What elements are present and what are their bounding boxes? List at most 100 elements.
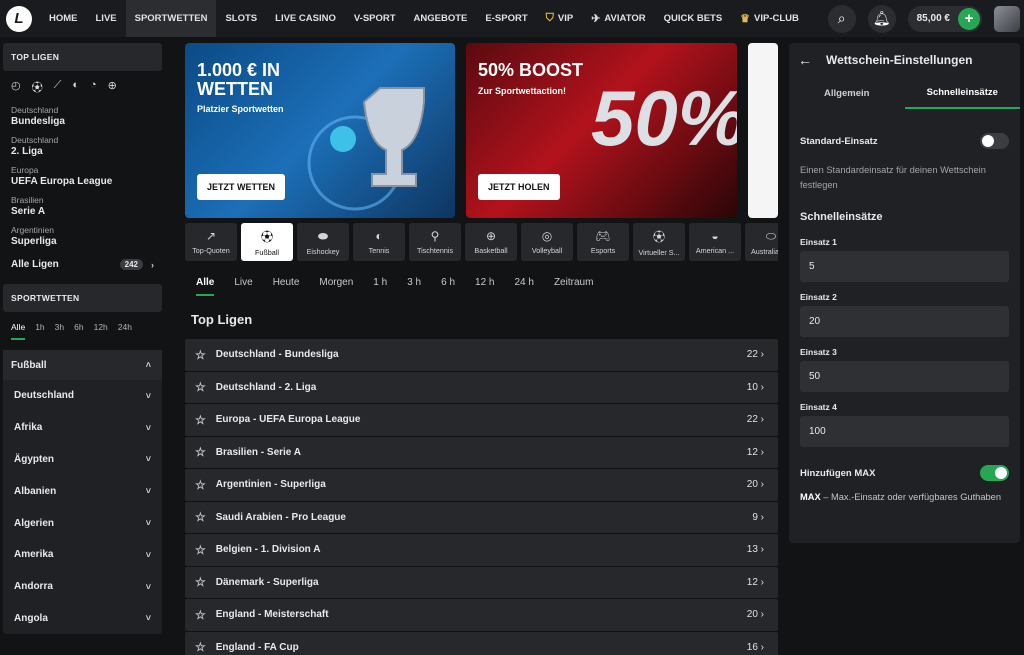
alle-ligen-link[interactable]: Alle Ligen 242 ›	[3, 251, 162, 278]
notifications-button[interactable]: 🔔︎	[867, 4, 896, 33]
country-item[interactable]: Ägypten ˅	[3, 444, 162, 476]
filter-alle[interactable]: Alle	[11, 322, 26, 340]
tennis-icon[interactable]: ◐	[72, 79, 79, 95]
star-icon[interactable]: ☆	[195, 575, 206, 589]
league-row[interactable]: ☆ Argentinien - Superliga 20 ›	[185, 469, 778, 501]
stake-input-3[interactable]: 50	[800, 361, 1009, 392]
sport-accordion-fussball[interactable]: Fußball ˄	[3, 350, 162, 380]
jetzt-wetten-button[interactable]: JETZT WETTEN	[197, 174, 285, 200]
league-row[interactable]: ☆ Saudi Arabien - Pro League 9 ›	[185, 501, 778, 533]
nav-quick-bets[interactable]: QUICK BETS	[655, 0, 732, 37]
star-icon[interactable]: ☆	[195, 478, 206, 492]
time-filter-24h[interactable]: 24 h	[514, 277, 533, 296]
tab-tennis[interactable]: ◐ Tennis	[353, 223, 405, 261]
stake-input-4[interactable]: 100	[800, 416, 1009, 447]
nav-vip[interactable]: ⛉ VIP	[537, 0, 583, 37]
balance-display[interactable]: 85,00 € +	[907, 5, 982, 32]
country-item[interactable]: Amerika ˅	[3, 539, 162, 571]
tab-virtueller-sport[interactable]: ⚽︎ Virtueller S...	[633, 223, 685, 261]
country-item[interactable]: Afrika ˅	[3, 412, 162, 444]
promo-banner-partial[interactable]	[748, 43, 778, 218]
nav-live-casino[interactable]: LIVE CASINO	[266, 0, 345, 37]
league-row[interactable]: ☆ England - FA Cup 16 ›	[185, 631, 778, 655]
tab-top-quoten[interactable]: ↗ Top-Quoten	[185, 223, 237, 261]
star-icon[interactable]: ☆	[195, 608, 206, 622]
sidebar-league[interactable]: Brasilien Serie A	[3, 191, 162, 221]
filter-6h[interactable]: 6h	[74, 322, 83, 340]
time-filter-alle[interactable]: Alle	[196, 277, 215, 296]
filter-12h[interactable]: 12h	[94, 322, 108, 340]
stake-input-2[interactable]: 20	[800, 306, 1009, 337]
nav-slots[interactable]: SLOTS	[216, 0, 266, 37]
time-filter-heute[interactable]: Heute	[273, 277, 300, 296]
tab-esports[interactable]: 🎮︎ Esports	[577, 223, 629, 261]
league-row[interactable]: ☆ Deutschland - Bundesliga 22 ›	[185, 339, 778, 371]
league-row[interactable]: ☆ Dänemark - Superliga 12 ›	[185, 566, 778, 598]
star-icon[interactable]: ☆	[195, 380, 206, 394]
time-filter-1h[interactable]: 1 h	[373, 277, 387, 296]
star-icon[interactable]: ☆	[195, 413, 206, 427]
tab-volleyball[interactable]: ◎ Volleyball	[521, 223, 573, 261]
star-icon[interactable]: ☆	[195, 510, 206, 524]
time-filter-3h[interactable]: 3 h	[407, 277, 421, 296]
country-item[interactable]: Algerien ˅	[3, 507, 162, 539]
star-icon[interactable]: ☆	[195, 543, 206, 557]
tab-allgemein[interactable]: Allgemein	[789, 77, 905, 109]
nav-live[interactable]: LIVE	[87, 0, 126, 37]
nav-sportwetten[interactable]: SPORTWETTEN	[125, 0, 217, 37]
nav-vip-club[interactable]: ♛ VIP-CLUB	[731, 0, 808, 37]
tab-american-football[interactable]: ◒ American ...	[689, 223, 741, 261]
sidebar-league[interactable]: Argentinien Superliga	[3, 221, 162, 251]
nav-e-sport[interactable]: E-SPORT	[476, 0, 536, 37]
ball-icon[interactable]: ⚽︎	[32, 79, 43, 95]
time-filter-12h[interactable]: 12 h	[475, 277, 494, 296]
promo-banner-boost[interactable]: 50% 50% BOOST Zur Sportwettaction! JETZT…	[466, 43, 737, 218]
league-row[interactable]: ☆ Belgien - 1. Division A 13 ›	[185, 534, 778, 566]
search-button[interactable]: ⌕	[827, 4, 856, 33]
tab-tischtennis[interactable]: ⚲ Tischtennis	[409, 223, 461, 261]
jetzt-holen-button[interactable]: JETZT HOLEN	[478, 174, 560, 200]
filter-24h[interactable]: 24h	[118, 322, 132, 340]
leon-logo[interactable]: L	[6, 5, 32, 32]
avatar[interactable]	[994, 5, 1020, 32]
nav-angebote[interactable]: ANGEBOTE	[405, 0, 477, 37]
sidebar-league[interactable]: Europa UEFA Europa League	[3, 161, 162, 191]
deposit-button[interactable]: +	[958, 7, 980, 30]
league-row[interactable]: ☆ Europa - UEFA Europa League 22 ›	[185, 404, 778, 436]
nav-aviator[interactable]: ✈ AVIATOR	[582, 0, 654, 37]
country-item[interactable]: Angola ˅	[3, 603, 162, 635]
filter-3h[interactable]: 3h	[55, 322, 64, 340]
time-filter-live[interactable]: Live	[234, 277, 252, 296]
star-icon[interactable]: ☆	[195, 348, 206, 362]
back-arrow-icon[interactable]: ←	[798, 52, 812, 68]
sidebar-league[interactable]: Deutschland Bundesliga	[3, 101, 162, 131]
tab-basketball[interactable]: ⊕ Basketball	[465, 223, 517, 261]
standard-einsatz-toggle[interactable]	[980, 133, 1009, 149]
filter-1h[interactable]: 1h	[35, 322, 44, 340]
time-filter-zeitraum[interactable]: Zeitraum	[554, 277, 593, 296]
time-filter-6h[interactable]: 6 h	[441, 277, 455, 296]
country-item[interactable]: Andorra ˅	[3, 571, 162, 603]
country-item[interactable]: Albanien ˅	[3, 475, 162, 507]
sidebar-league[interactable]: Deutschland 2. Liga	[3, 131, 162, 161]
star-icon[interactable]: ☆	[195, 640, 206, 654]
country-item[interactable]: Deutschland ˅	[3, 380, 162, 412]
tab-fussball[interactable]: ⚽︎ Fußball	[241, 223, 293, 261]
league-row[interactable]: ☆ England - Meisterschaft 20 ›	[185, 599, 778, 631]
league-row[interactable]: ☆ Brasilien - Serie A 12 ›	[185, 436, 778, 468]
soccer-icon[interactable]: ◴	[11, 79, 21, 95]
max-toggle[interactable]	[980, 465, 1009, 481]
nav-v-sport[interactable]: V-SPORT	[345, 0, 405, 37]
stake-input-1[interactable]: 5	[800, 251, 1009, 282]
promo-banner-wetten[interactable]: 1.000 € IN WETTEN Platzier Sportwetten J…	[185, 43, 455, 218]
basketball-icon[interactable]: ⊕	[108, 79, 117, 95]
star-icon[interactable]: ☆	[195, 445, 206, 459]
tabletennis-icon[interactable]: ◔	[90, 79, 97, 95]
time-filter-morgen[interactable]: Morgen	[319, 277, 353, 296]
league-row[interactable]: ☆ Deutschland - 2. Liga 10 ›	[185, 371, 778, 403]
tab-schnelleinsaetze[interactable]: Schnelleinsätze	[904, 77, 1020, 109]
tab-eishockey[interactable]: ⬬ Eishockey	[297, 223, 349, 261]
hockey-icon[interactable]: ⟋	[54, 79, 62, 95]
tab-australian-football[interactable]: ⬭ Australian ...	[745, 223, 778, 261]
nav-home[interactable]: HOME	[40, 0, 87, 37]
